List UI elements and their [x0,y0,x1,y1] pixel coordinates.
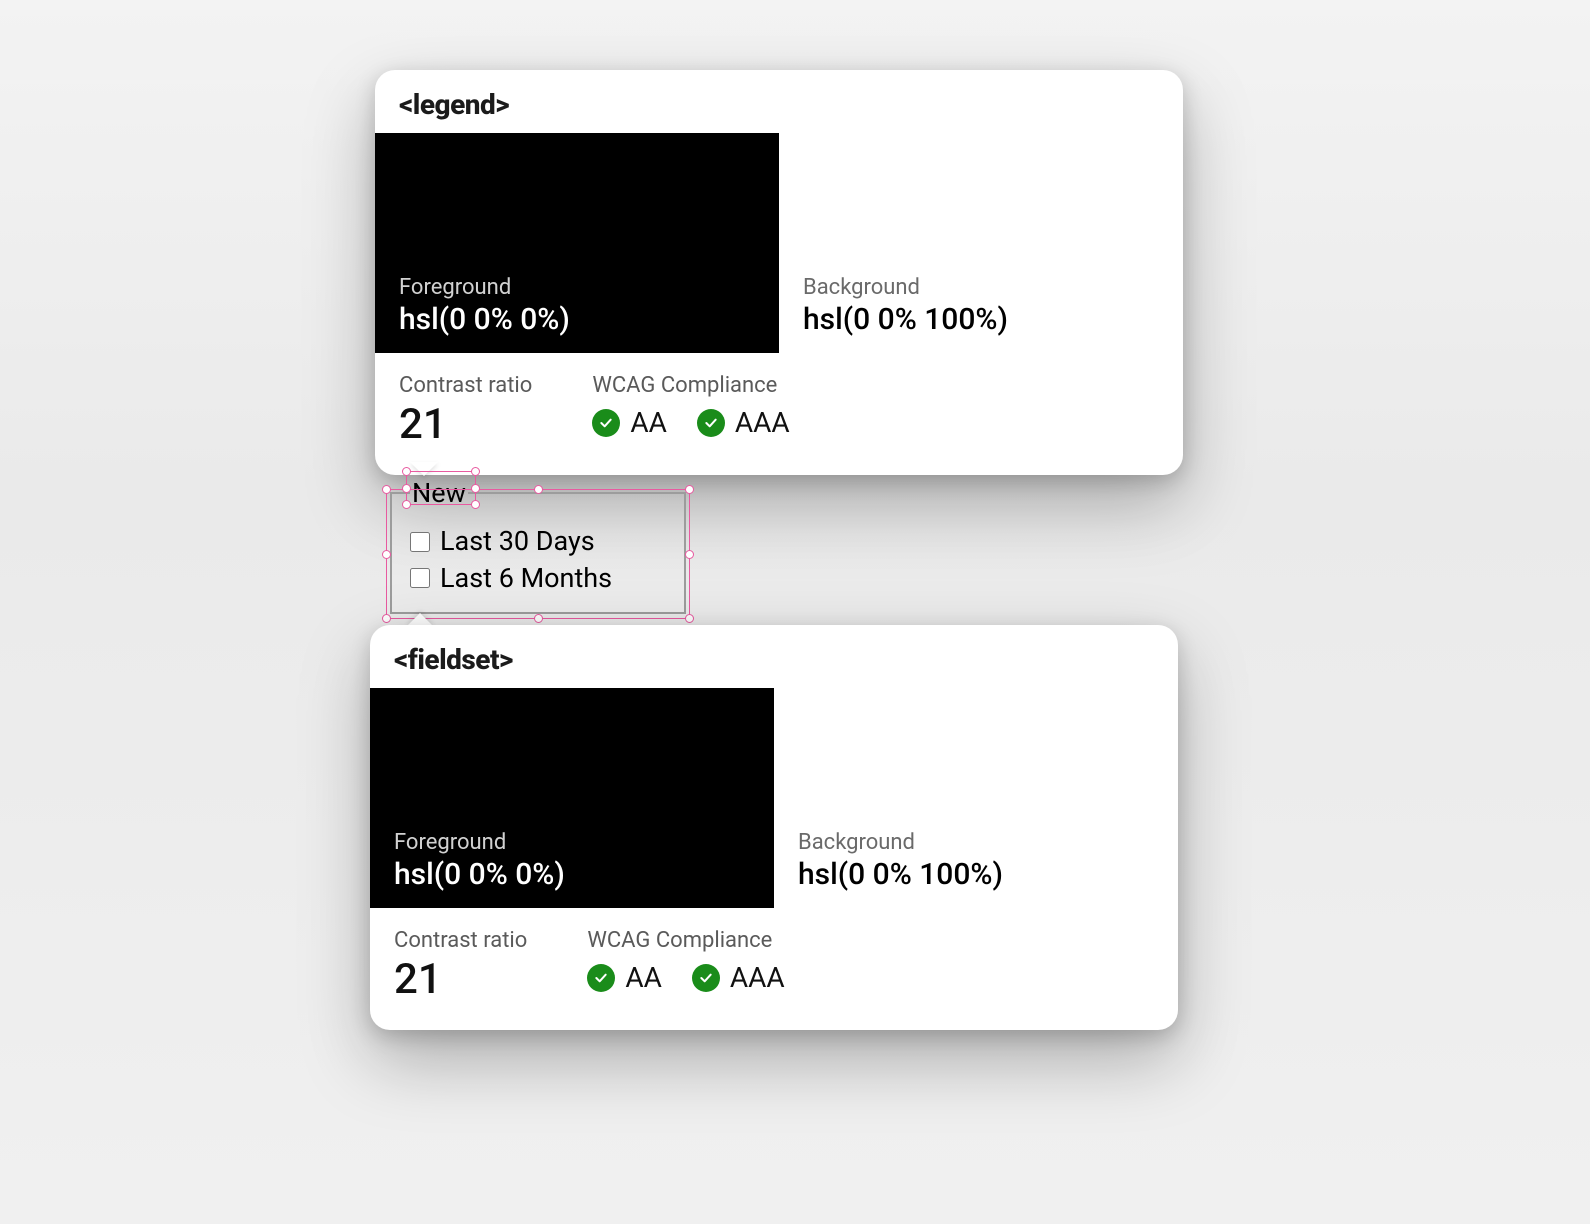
contrast-metric: Contrast ratio 21 [394,928,527,1004]
swatch-row: Foreground hsl(0 0% 0%) Background hsl(0… [375,133,1183,353]
background-value: hsl(0 0% 100%) [803,302,1159,337]
foreground-value: hsl(0 0% 0%) [399,302,755,337]
contrast-tooltip-legend: <legend> Foreground hsl(0 0% 0%) Backgro… [375,70,1183,475]
checkbox-row-last-6-months[interactable]: Last 6 Months [410,560,666,596]
tooltip-tail-icon [410,462,438,476]
metrics-row: Contrast ratio 21 WCAG Compliance AA AAA [370,908,1178,1030]
background-label: Background [798,830,1154,855]
background-label: Background [803,275,1159,300]
aa-text: AA [625,961,662,994]
checkbox-last-6-months[interactable] [410,568,430,588]
element-tag: <fieldset> [370,625,1178,688]
check-circle-icon [592,409,620,437]
check-circle-icon [697,409,725,437]
foreground-swatch: Foreground hsl(0 0% 0%) [370,688,774,908]
compliance-label: WCAG Compliance [592,373,789,398]
aa-badge: AA [592,406,667,439]
metrics-row: Contrast ratio 21 WCAG Compliance AA AAA [375,353,1183,475]
background-swatch: Background hsl(0 0% 100%) [779,133,1183,353]
aaa-badge: AAA [692,961,785,994]
compliance-metric: WCAG Compliance AA AAA [592,373,789,439]
aaa-badge: AAA [697,406,790,439]
check-circle-icon [587,964,615,992]
compliance-label: WCAG Compliance [587,928,784,953]
background-value: hsl(0 0% 100%) [798,857,1154,892]
aaa-text: AAA [735,406,790,439]
inspected-element: New Last 30 Days Last 6 Months [390,475,686,614]
contrast-metric: Contrast ratio 21 [399,373,532,449]
foreground-label: Foreground [399,275,755,300]
checkbox-label: Last 30 Days [440,523,595,559]
contrast-label: Contrast ratio [399,373,532,398]
contrast-label: Contrast ratio [394,928,527,953]
background-swatch: Background hsl(0 0% 100%) [774,688,1178,908]
checkbox-row-last-30-days[interactable]: Last 30 Days [410,523,666,559]
foreground-value: hsl(0 0% 0%) [394,857,750,892]
legend-new: New [410,475,468,511]
foreground-label: Foreground [394,830,750,855]
aa-badge: AA [587,961,662,994]
aaa-text: AAA [730,961,785,994]
foreground-swatch: Foreground hsl(0 0% 0%) [375,133,779,353]
element-tag: <legend> [375,70,1183,133]
contrast-value: 21 [394,955,527,1004]
contrast-value: 21 [399,400,532,449]
checkbox-label: Last 6 Months [440,560,612,596]
swatch-row: Foreground hsl(0 0% 0%) Background hsl(0… [370,688,1178,908]
aa-text: AA [630,406,667,439]
checkbox-last-30-days[interactable] [410,532,430,552]
contrast-tooltip-fieldset: <fieldset> Foreground hsl(0 0% 0%) Backg… [370,625,1178,1030]
check-circle-icon [692,964,720,992]
fieldset-new[interactable]: New Last 30 Days Last 6 Months [390,475,686,614]
compliance-metric: WCAG Compliance AA AAA [587,928,784,994]
